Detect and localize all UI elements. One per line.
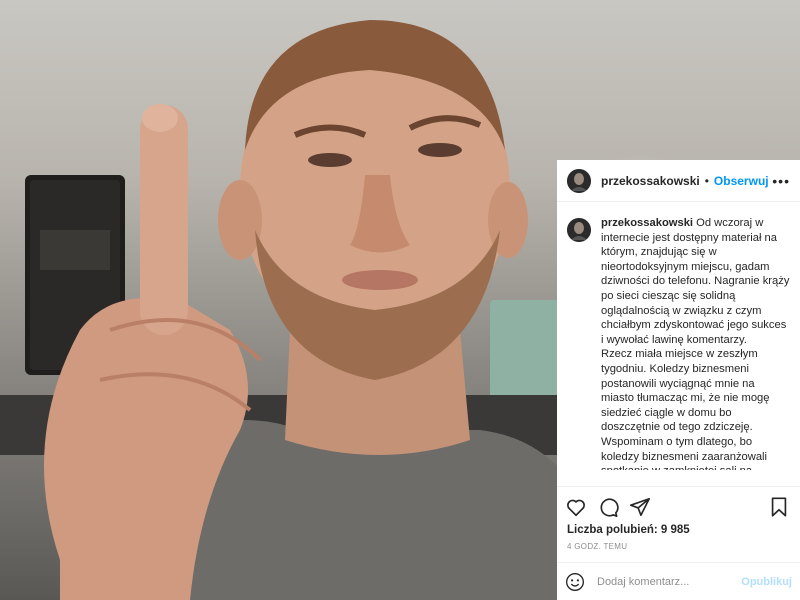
comment-bar: Opublikuj [557, 562, 800, 600]
follow-button[interactable]: Obserwuj [714, 174, 769, 188]
caption-paragraph-2: Rzecz miała miejsce w zeszłym tygodniu. … [601, 348, 770, 470]
avatar-image [567, 168, 591, 193]
caption-avatar[interactable] [567, 218, 591, 242]
publish-button[interactable]: Opublikuj [741, 576, 792, 588]
post-actions [557, 486, 800, 526]
likes-count[interactable]: Liczba polubień: 9 985 [567, 524, 690, 536]
more-options-icon[interactable]: ••• [772, 173, 790, 189]
header-username[interactable]: przekossakowski [601, 174, 700, 188]
caption-username[interactable]: przekossakowski [601, 217, 693, 229]
share-icon[interactable] [629, 496, 651, 518]
comment-input[interactable] [595, 574, 742, 589]
emoji-icon[interactable] [565, 572, 585, 592]
post-panel: przekossakowski • Obserwuj ••• przekossa… [557, 160, 800, 600]
caption-text: przekossakowski Od wczoraj w internecie … [601, 216, 790, 470]
avatar-image [567, 218, 591, 242]
bookmark-icon[interactable] [768, 496, 790, 518]
comment-icon[interactable] [597, 496, 619, 518]
post-timestamp: 4 GODZ. TEMU [567, 542, 628, 551]
header-separator: • [704, 173, 709, 188]
avatar[interactable] [567, 168, 591, 193]
caption-paragraph-1: Od wczoraj w internecie jest dostępny ma… [601, 217, 790, 346]
post-caption: przekossakowski Od wczoraj w internecie … [557, 202, 800, 470]
post-header: przekossakowski • Obserwuj ••• [557, 160, 800, 202]
heart-icon[interactable] [565, 496, 587, 518]
